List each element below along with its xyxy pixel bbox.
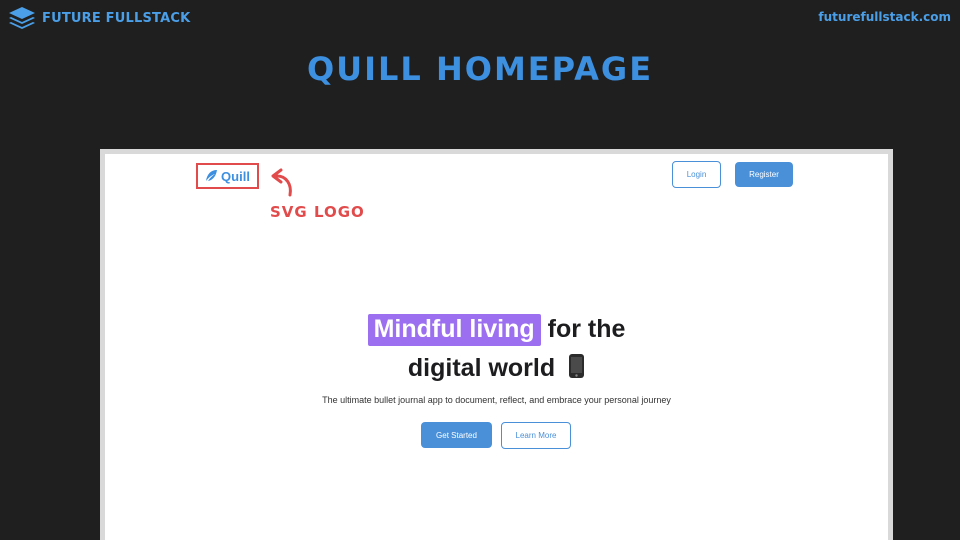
hero-heading-line2-text: digital world	[407, 354, 556, 382]
browser-screenshot: Quill SVG LOGO Login Register Mindful li…	[100, 149, 893, 540]
quill-logo[interactable]: Quill	[196, 163, 259, 189]
hero-highlight: Mindful living	[367, 314, 541, 346]
annotation-label: SVG LOGO	[270, 203, 365, 221]
learn-more-button[interactable]: Learn More	[501, 422, 571, 449]
slide-title: QUILL HOMEPAGE	[306, 50, 654, 88]
register-button[interactable]: Register	[735, 162, 793, 187]
annotation-arrow-icon	[268, 166, 298, 202]
logo-text: Quill	[221, 168, 250, 184]
brand-name: FUTURE FULLSTACK	[42, 10, 191, 26]
mobile-phone-icon	[568, 353, 585, 386]
login-button[interactable]: Login	[672, 161, 721, 188]
feather-icon	[205, 167, 218, 186]
layers-icon	[8, 6, 36, 30]
hero-heading-rest: for the	[547, 315, 626, 343]
hero-heading-line1: Mindful living for the	[105, 314, 888, 346]
get-started-button[interactable]: Get Started	[421, 422, 492, 448]
brand: FUTURE FULLSTACK	[8, 6, 190, 30]
hero-subtitle: The ultimate bullet journal app to docum…	[322, 395, 671, 405]
site-url[interactable]: futurefullstack.com	[818, 10, 951, 24]
hero-heading-line2: digital world	[105, 353, 888, 386]
